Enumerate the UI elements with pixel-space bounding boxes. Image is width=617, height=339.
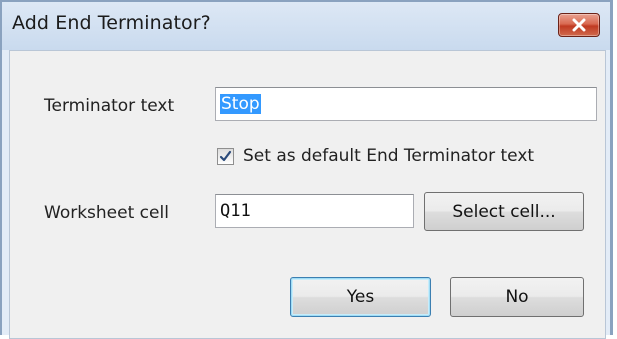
no-label: No xyxy=(505,287,529,307)
default-terminator-label[interactable]: Set as default End Terminator text xyxy=(243,146,534,166)
worksheet-cell-value: Q11 xyxy=(220,201,251,221)
dialog-title: Add End Terminator? xyxy=(12,12,211,34)
terminator-text-value: Stop xyxy=(220,94,261,114)
close-button[interactable] xyxy=(558,13,600,37)
dialog-window: Add End Terminator? Terminator text Stop… xyxy=(0,0,613,339)
worksheet-cell-label: Worksheet cell xyxy=(44,203,169,223)
title-bar[interactable]: Add End Terminator? xyxy=(2,2,610,50)
yes-label: Yes xyxy=(346,287,375,307)
terminator-text-label: Terminator text xyxy=(44,96,175,116)
check-icon xyxy=(219,150,232,162)
terminator-text-input[interactable]: Stop xyxy=(215,87,597,121)
yes-button[interactable]: Yes xyxy=(290,277,431,317)
close-icon xyxy=(572,18,586,32)
select-cell-label: Select cell... xyxy=(452,201,556,222)
default-terminator-checkbox[interactable] xyxy=(217,148,234,165)
select-cell-button[interactable]: Select cell... xyxy=(424,192,584,231)
no-button[interactable]: No xyxy=(450,277,584,317)
dialog-body: Terminator text Stop Set as default End … xyxy=(9,50,606,339)
worksheet-cell-input[interactable]: Q11 xyxy=(215,194,414,228)
